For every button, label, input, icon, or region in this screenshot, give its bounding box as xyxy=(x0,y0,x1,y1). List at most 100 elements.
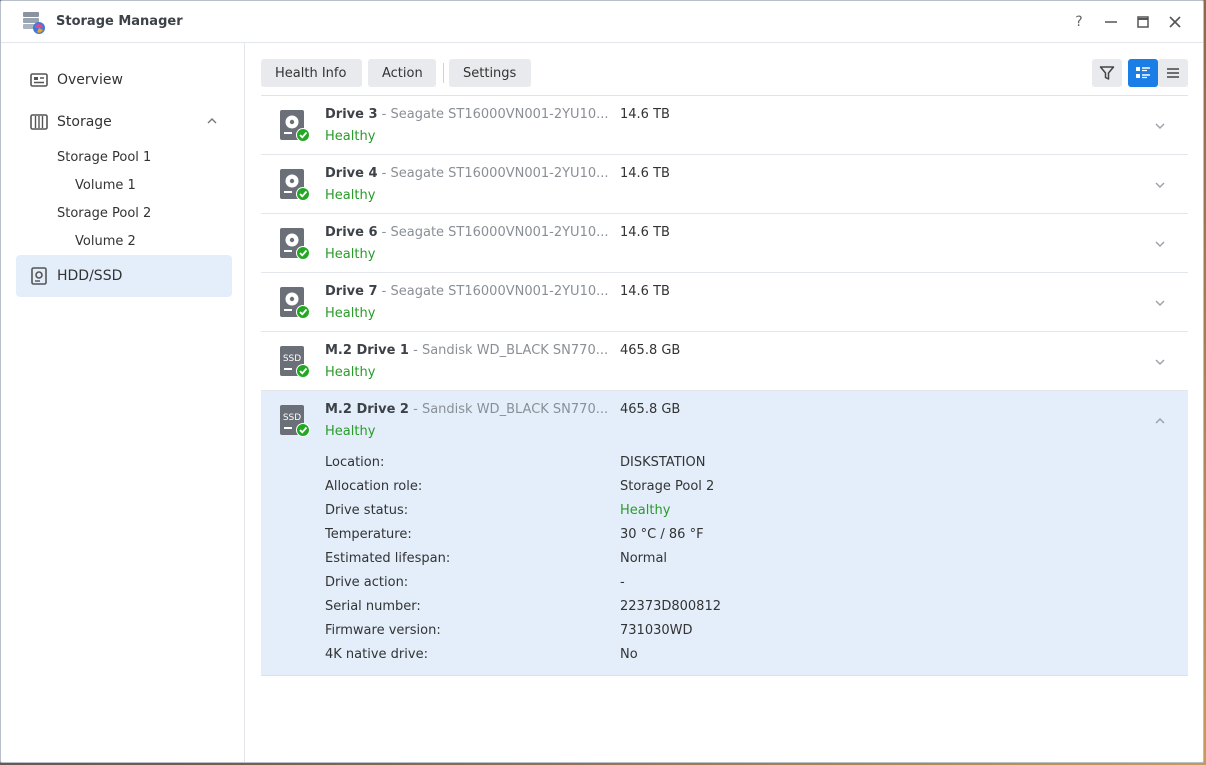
detail-view-button[interactable] xyxy=(1128,59,1158,87)
detail-label: 4K native drive: xyxy=(325,647,428,662)
drive-status: Healthy xyxy=(325,188,376,203)
drive-name: M.2 Drive 1 xyxy=(325,343,409,358)
drive-capacity: 465.8 GB xyxy=(620,343,681,358)
filter-button[interactable] xyxy=(1092,59,1122,87)
detail-label: Temperature: xyxy=(325,527,412,542)
ssd-healthy-icon: SSD xyxy=(279,345,311,379)
overview-icon xyxy=(30,73,48,87)
sidebar-item-storage-pool-2[interactable]: Storage Pool 2 xyxy=(57,206,151,221)
minimize-button[interactable] xyxy=(1100,11,1122,33)
drive-capacity: 14.6 TB xyxy=(620,107,670,122)
detail-value: 731030WD xyxy=(620,623,693,638)
drive-separator: - xyxy=(413,343,418,358)
drive-model: Seagate ST16000VN001-2YU10... xyxy=(390,225,609,240)
drive-row[interactable]: Drive 7 - Seagate ST16000VN001-2YU10... 1… xyxy=(261,273,1188,332)
ssd-badge-text: SSD xyxy=(283,354,301,364)
drive-model: Sandisk WD_BLACK SN770... xyxy=(421,343,609,358)
drive-title: Drive 6 - Seagate ST16000VN001-2YU10... xyxy=(325,225,609,240)
health-info-button[interactable]: Health Info xyxy=(261,59,362,87)
close-button[interactable] xyxy=(1164,11,1186,33)
detail-value: Storage Pool 2 xyxy=(620,479,715,494)
ssd-healthy-icon: SSD xyxy=(279,404,311,438)
storage-icon xyxy=(30,114,48,130)
drive-model: Seagate ST16000VN001-2YU10... xyxy=(390,284,609,299)
drive-row[interactable]: SSD M.2 Drive 1 - Sandisk WD_BLACK SN770.… xyxy=(261,332,1188,391)
hdd-healthy-icon xyxy=(279,286,311,320)
drive-separator: - xyxy=(381,225,387,240)
detail-value: No xyxy=(620,647,638,662)
detail-label: Drive action: xyxy=(325,575,409,590)
sidebar-item-label: Overview xyxy=(57,72,123,88)
chevron-up-icon[interactable] xyxy=(1154,415,1166,427)
drive-separator: - xyxy=(413,402,418,417)
help-button[interactable]: ? xyxy=(1068,11,1090,33)
sidebar-item-storage-pool-1[interactable]: Storage Pool 1 xyxy=(57,150,151,165)
sidebar-item-overview[interactable]: Overview xyxy=(16,59,232,101)
drive-status: Healthy xyxy=(325,424,376,439)
drive-title: M.2 Drive 2 - Sandisk WD_BLACK SN770... xyxy=(325,402,608,417)
sidebar-item-hdd-ssd[interactable]: HDD/SSD xyxy=(16,255,232,297)
detail-value: - xyxy=(620,575,625,590)
drive-name: M.2 Drive 2 xyxy=(325,402,409,417)
sidebar-item-volume-1[interactable]: Volume 1 xyxy=(75,178,136,193)
drive-separator: - xyxy=(381,107,387,122)
drive-title: Drive 3 - Seagate ST16000VN001-2YU10... xyxy=(325,107,609,122)
chevron-down-icon[interactable] xyxy=(1154,356,1166,368)
detail-label: Allocation role: xyxy=(325,479,423,494)
drive-title: Drive 7 - Seagate ST16000VN001-2YU10... xyxy=(325,284,609,299)
detail-label: Estimated lifespan: xyxy=(325,551,451,566)
chevron-down-icon[interactable] xyxy=(1154,179,1166,191)
sidebar-item-storage[interactable]: Storage xyxy=(16,101,232,143)
detail-label: Drive status: xyxy=(325,503,409,518)
drive-model: Seagate ST16000VN001-2YU10... xyxy=(390,166,609,181)
chevron-up-icon[interactable] xyxy=(206,115,218,127)
drive-row[interactable]: SSD M.2 Drive 2 - Sandisk WD_BLACK SN770.… xyxy=(261,391,1188,676)
drive-capacity: 14.6 TB xyxy=(620,284,670,299)
ssd-badge-text: SSD xyxy=(283,413,301,423)
filter-icon xyxy=(1099,66,1115,80)
drive-name: Drive 7 xyxy=(325,284,378,299)
detail-label: Serial number: xyxy=(325,599,421,614)
chevron-down-icon[interactable] xyxy=(1154,238,1166,250)
action-button[interactable]: Action xyxy=(368,59,436,87)
title-bar: Storage Manager ? xyxy=(1,1,1203,43)
drive-separator: - xyxy=(381,284,387,299)
drive-status: Healthy xyxy=(325,306,376,321)
main-panel: Health Info Action Settings Drive 3 - Se… xyxy=(245,43,1203,762)
drive-list: Drive 3 - Seagate ST16000VN001-2YU10... 1… xyxy=(261,95,1188,676)
drive-separator: - xyxy=(381,166,387,181)
hdd-icon xyxy=(31,267,47,285)
detail-label: Firmware version: xyxy=(325,623,441,638)
detail-value: 30 °C / 86 °F xyxy=(620,527,704,542)
detail-label: Location: xyxy=(325,455,385,470)
detail-value: DISKSTATION xyxy=(620,455,706,470)
drive-capacity: 14.6 TB xyxy=(620,166,670,181)
drive-status: Healthy xyxy=(325,365,376,380)
drive-row[interactable]: Drive 6 - Seagate ST16000VN001-2YU10... 1… xyxy=(261,214,1188,273)
drive-title: M.2 Drive 1 - Sandisk WD_BLACK SN770... xyxy=(325,343,608,358)
drive-name: Drive 6 xyxy=(325,225,378,240)
sidebar-item-volume-2[interactable]: Volume 2 xyxy=(75,234,136,249)
detail-value: 22373D800812 xyxy=(620,599,721,614)
drive-title: Drive 4 - Seagate ST16000VN001-2YU10... xyxy=(325,166,609,181)
drive-status: Healthy xyxy=(325,129,376,144)
drive-capacity: 465.8 GB xyxy=(620,402,681,417)
list-icon xyxy=(1167,68,1179,78)
chevron-down-icon[interactable] xyxy=(1154,120,1166,132)
drive-row[interactable]: Drive 4 - Seagate ST16000VN001-2YU10... 1… xyxy=(261,155,1188,214)
sidebar: Overview Storage Storage Pool 1 Volume 1… xyxy=(1,43,245,762)
drive-row[interactable]: Drive 3 - Seagate ST16000VN001-2YU10... 1… xyxy=(261,96,1188,155)
detail-value: Healthy xyxy=(620,503,671,518)
chevron-down-icon[interactable] xyxy=(1154,297,1166,309)
sidebar-item-label: Storage xyxy=(57,114,112,130)
settings-button[interactable]: Settings xyxy=(449,59,531,87)
maximize-button[interactable] xyxy=(1132,11,1154,33)
hdd-healthy-icon xyxy=(279,168,311,202)
list-view-button[interactable] xyxy=(1158,59,1188,87)
hdd-healthy-icon xyxy=(279,109,311,143)
close-icon xyxy=(1169,16,1181,28)
drive-name: Drive 3 xyxy=(325,107,378,122)
app-title: Storage Manager xyxy=(56,14,183,29)
help-icon: ? xyxy=(1075,14,1083,30)
drive-status: Healthy xyxy=(325,247,376,262)
